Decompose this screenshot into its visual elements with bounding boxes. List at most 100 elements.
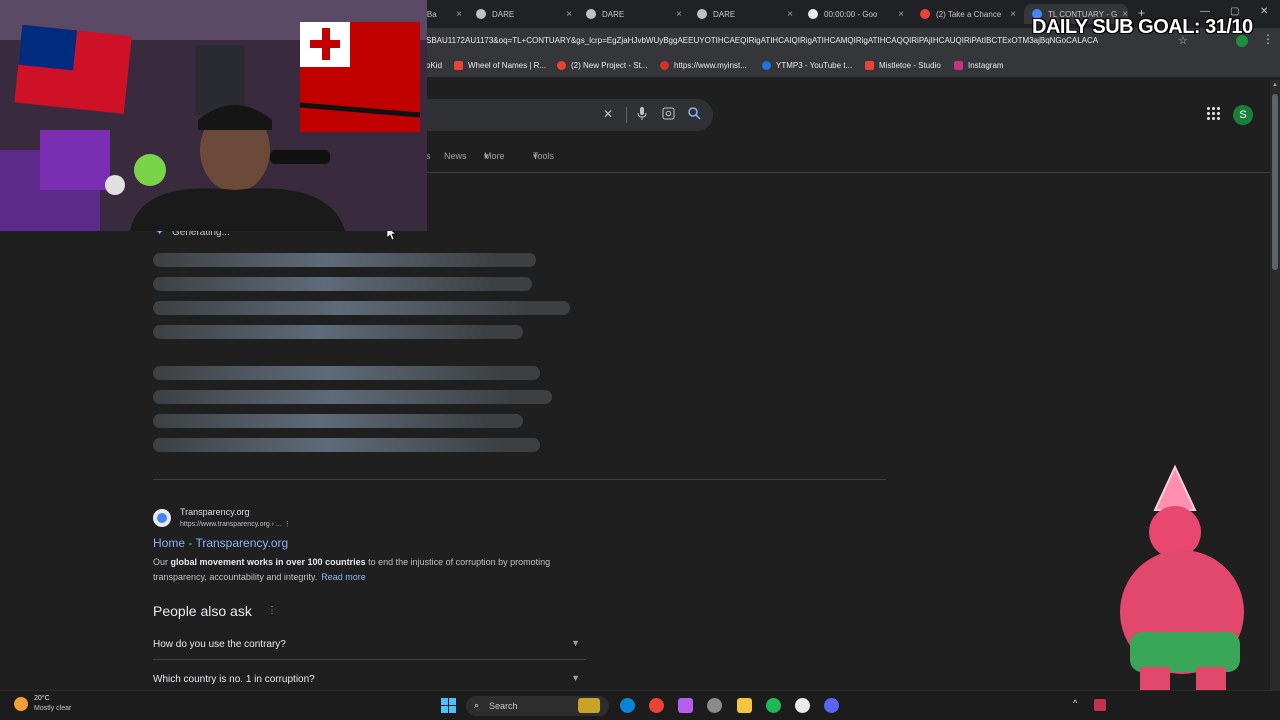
discord-icon[interactable] bbox=[824, 698, 839, 713]
tab-news[interactable]: News bbox=[444, 151, 467, 161]
tab-label: DARE bbox=[492, 9, 515, 19]
wheel-icon bbox=[454, 61, 463, 70]
more-options-icon[interactable]: ⋮ bbox=[267, 605, 277, 616]
instagram-icon bbox=[954, 61, 963, 70]
close-icon[interactable]: × bbox=[787, 9, 793, 20]
loading-skeleton-line bbox=[153, 301, 570, 315]
globe-icon bbox=[697, 9, 707, 19]
tab-label: 00:00:00 - Goo bbox=[824, 9, 878, 19]
read-more-link[interactable]: Read more bbox=[321, 572, 366, 582]
google-icon bbox=[808, 9, 818, 19]
loading-skeleton-line bbox=[153, 253, 536, 267]
close-icon[interactable]: × bbox=[566, 9, 572, 20]
bookmark-label: Wheel of Names | R... bbox=[468, 61, 547, 70]
loading-skeleton-line bbox=[153, 414, 523, 428]
edge-icon[interactable] bbox=[620, 698, 635, 713]
tab-label: DARE bbox=[602, 9, 625, 19]
bookmark-item[interactable]: oKid bbox=[426, 61, 442, 70]
caret-down-icon: ▾ bbox=[533, 151, 538, 161]
search-box-divider bbox=[626, 107, 627, 123]
close-icon[interactable]: × bbox=[898, 9, 904, 20]
browser-tab[interactable]: DARE × bbox=[476, 4, 572, 24]
obs-icon[interactable] bbox=[795, 698, 810, 713]
windows-taskbar: 20°C Mostly clear ⌕ Search ^ bbox=[0, 690, 1280, 720]
weather-temperature: 20°C bbox=[34, 695, 50, 702]
tray-app-icon[interactable] bbox=[1094, 699, 1106, 711]
weather-description: Mostly clear bbox=[34, 705, 72, 712]
caret-down-icon: ▾ bbox=[484, 151, 489, 161]
loading-skeleton-line bbox=[153, 325, 523, 339]
scrollbar-thumb[interactable] bbox=[1272, 94, 1278, 270]
microphone-icon[interactable] bbox=[637, 107, 647, 124]
spotify-icon[interactable] bbox=[766, 698, 781, 713]
window-close-icon[interactable]: ✕ bbox=[1260, 6, 1268, 17]
google-search-box[interactable]: ✕ bbox=[420, 99, 713, 131]
browser-tab[interactable]: - Ba × bbox=[422, 4, 462, 24]
bookmark-label: (2) New Project - St... bbox=[571, 61, 648, 70]
bookmark-item[interactable]: Mistletoe - Studio bbox=[865, 61, 941, 70]
chevron-down-icon: ▼ bbox=[571, 638, 580, 648]
paa-question[interactable]: How do you use the contrary? ▼ bbox=[153, 630, 586, 660]
loading-skeleton-line bbox=[153, 438, 540, 452]
section-divider bbox=[153, 479, 886, 480]
browser-tab[interactable]: (2) Take a Chance × bbox=[920, 4, 1016, 24]
site-favicon bbox=[153, 509, 171, 527]
chrome-icon[interactable] bbox=[649, 698, 664, 713]
globe-icon bbox=[586, 9, 596, 19]
copilot-icon[interactable] bbox=[678, 698, 693, 713]
studio-icon bbox=[865, 61, 874, 70]
google-lens-icon[interactable] bbox=[662, 107, 675, 123]
result-title-link[interactable]: Home - Transparency.org bbox=[153, 536, 288, 550]
close-icon[interactable]: × bbox=[676, 9, 682, 20]
more-options-icon[interactable]: ⋮ bbox=[284, 521, 291, 528]
studio-icon bbox=[557, 61, 566, 70]
browser-menu-icon[interactable]: ⋮ bbox=[1262, 32, 1274, 46]
result-url: https://www.transparency.org › ... ⋮ bbox=[180, 520, 291, 528]
browser-tab[interactable]: DARE × bbox=[697, 4, 793, 24]
result-site-name: Transparency.org bbox=[180, 507, 250, 517]
tab-label: DARE bbox=[713, 9, 736, 19]
account-avatar[interactable]: S bbox=[1233, 105, 1253, 125]
chevron-up-icon[interactable]: ^ bbox=[1073, 698, 1077, 708]
file-explorer-icon[interactable] bbox=[737, 698, 752, 713]
clear-search-icon[interactable]: ✕ bbox=[603, 107, 613, 121]
stream-goal-text: DAILY SUB GOAL: 31/10 bbox=[1032, 16, 1253, 38]
bookmark-label: YTMP3 - YouTube t... bbox=[776, 61, 853, 70]
people-also-ask-heading: People also ask bbox=[153, 603, 252, 619]
result-url-text: https://www.transparency.org › ... bbox=[180, 521, 282, 528]
scroll-up-icon[interactable]: ▲ bbox=[1272, 82, 1278, 88]
google-apps-icon[interactable] bbox=[1207, 107, 1221, 121]
paa-question-text: Which country is no. 1 in corruption? bbox=[153, 674, 315, 685]
search-icon[interactable] bbox=[688, 107, 701, 123]
snippet-text: Our bbox=[153, 557, 171, 567]
browser-tab[interactable]: 00:00:00 - Goo × bbox=[808, 4, 904, 24]
bookmark-label: Mistletoe - Studio bbox=[879, 61, 941, 70]
globe-icon bbox=[476, 9, 486, 19]
chevron-down-icon: ▼ bbox=[571, 673, 580, 683]
bookmark-item[interactable]: YTMP3 - YouTube t... bbox=[762, 61, 852, 70]
bookmark-item[interactable]: https://www.myinst... bbox=[660, 61, 747, 70]
result-snippet: Our global movement works in over 100 co… bbox=[153, 555, 593, 585]
bookmark-label: oKid bbox=[426, 61, 443, 70]
bookmark-item[interactable]: Instagram bbox=[954, 61, 1004, 70]
webcam-overlay bbox=[0, 0, 427, 231]
weather-icon[interactable] bbox=[14, 697, 28, 711]
taskbar-search-placeholder: Search bbox=[489, 701, 518, 711]
party-character-sticker bbox=[1120, 464, 1244, 698]
webcam-feed-image bbox=[0, 0, 427, 231]
bookmark-item[interactable]: Wheel of Names | R... bbox=[454, 61, 546, 70]
bookmark-label: Instagram bbox=[968, 61, 1004, 70]
browser-tab[interactable]: DARE × bbox=[586, 4, 682, 24]
loading-skeleton-line bbox=[153, 390, 552, 404]
close-icon[interactable]: × bbox=[456, 9, 462, 20]
tab-label: (2) Take a Chance bbox=[936, 9, 1002, 19]
page-scrollbar[interactable]: ▲ bbox=[1270, 80, 1280, 690]
bookmark-item[interactable]: (2) New Project - St... bbox=[557, 61, 647, 70]
loading-skeleton-line bbox=[153, 366, 540, 380]
settings-gear-icon[interactable] bbox=[707, 698, 722, 713]
search-icon: ⌕ bbox=[474, 700, 480, 710]
bookmark-label: https://www.myinst... bbox=[674, 61, 747, 70]
paa-question-text: How do you use the contrary? bbox=[153, 639, 286, 650]
start-menu-icon[interactable] bbox=[441, 698, 456, 713]
close-icon[interactable]: × bbox=[1010, 9, 1016, 20]
